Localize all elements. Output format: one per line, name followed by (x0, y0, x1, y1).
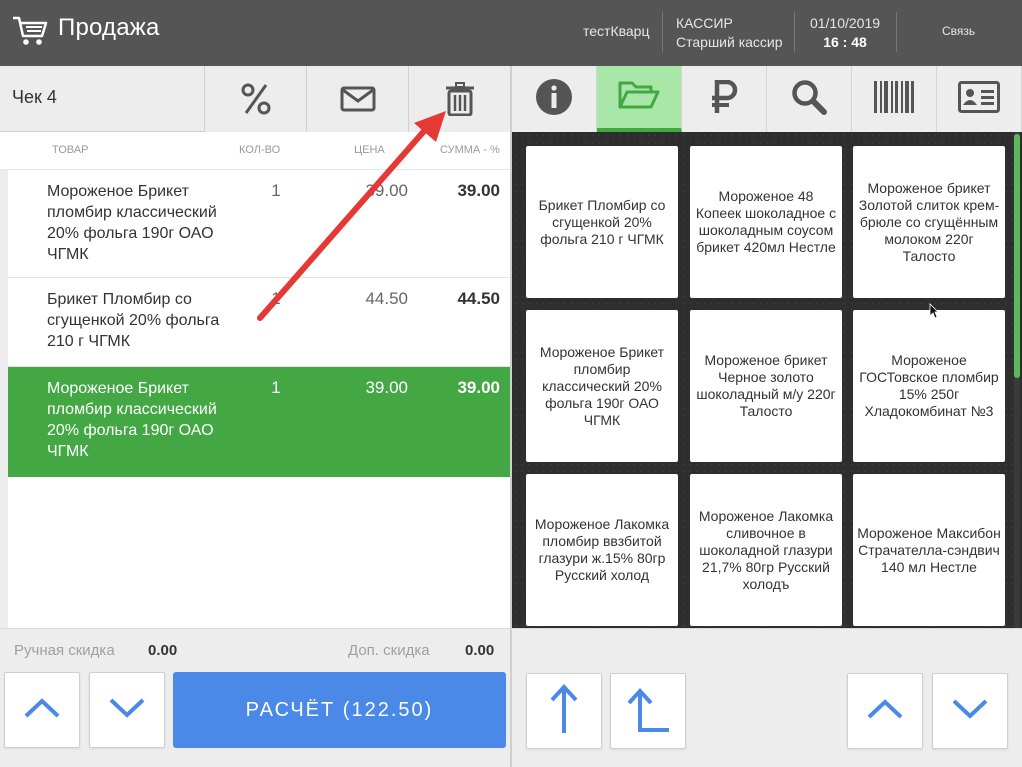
info-icon (535, 78, 573, 121)
product-tile[interactable]: Брикет Пломбир со сгущенкой 20% фольга 2… (526, 146, 678, 298)
id-card-icon (958, 80, 1000, 118)
extra-discount-label: Доп. скидка (348, 642, 430, 659)
manual-discount-label: Ручная скидка (14, 642, 115, 659)
catalog-panel: Брикет Пломбир со сгущенкой 20% фольга 2… (512, 66, 1022, 767)
catalog-footer (512, 628, 1022, 767)
item-sum: 39.00 (457, 181, 500, 200)
scrollbar-thumb[interactable] (1014, 134, 1020, 378)
table-row[interactable]: Брикет Пломбир со сгущенкой 20% фольга 2… (8, 278, 510, 367)
time: 16 : 48 (823, 34, 867, 50)
check-toolbar: Чек 4 (0, 66, 510, 132)
email-button[interactable] (306, 66, 408, 132)
column-header-sum: СУММА - % (440, 144, 500, 156)
column-header-product: ТОВАР (52, 144, 89, 156)
item-sum: 39.00 (457, 378, 500, 397)
search-icon (791, 79, 827, 120)
product-tile[interactable]: Мороженое Лакомка сливочное в шоколадной… (690, 474, 842, 626)
level-up-button[interactable] (526, 673, 602, 749)
receipt-panel: Чек 4 ТОВАР КОЛ-ВО ЦЕНА СУММА - % Мороже… (0, 66, 510, 767)
product-tile[interactable]: Мороженое брикет Черное золото шоколадны… (690, 310, 842, 462)
header-divider (794, 12, 795, 52)
app-header: Продажа тестКварц КАССИР Старший кассир … (0, 0, 1022, 66)
arrow-up-icon (549, 683, 579, 740)
pay-button[interactable]: РАСЧЁТ (122.50) (173, 672, 506, 748)
date: 01/10/2019 (809, 15, 881, 31)
manual-discount-value: 0.00 (148, 642, 178, 659)
item-qty: 1 (271, 181, 281, 200)
delete-check-button[interactable] (408, 66, 510, 132)
product-tile[interactable]: Мороженое Брикет пломбир классический 20… (526, 310, 678, 462)
role-name: Старший кассир (676, 34, 783, 50)
connection-link[interactable]: Связь (942, 24, 975, 38)
product-tile[interactable]: Мороженое ГОСТовское пломбир 15% 250г Хл… (853, 310, 1005, 462)
mouse-cursor-icon (929, 303, 939, 324)
discounts-bar: Ручная скидка 0.00 Доп. скидка 0.00 (0, 628, 510, 670)
envelope-icon (340, 86, 376, 112)
tab-catalog[interactable] (597, 66, 682, 132)
scroll-up-button[interactable] (4, 672, 80, 748)
item-price: 44.50 (365, 289, 408, 308)
trash-icon (445, 82, 475, 116)
item-name: Мороженое Брикет пломбир классический 20… (47, 183, 217, 263)
chevron-down-icon (108, 697, 146, 724)
discount-button[interactable] (204, 66, 306, 132)
header-divider (662, 12, 663, 52)
percent-icon (240, 82, 272, 116)
tab-price[interactable] (682, 66, 767, 132)
item-qty: 1 (271, 289, 281, 308)
table-row-selected[interactable]: Мороженое Брикет пломбир классический 20… (8, 367, 510, 477)
header-divider (896, 12, 897, 52)
back-to-root-button[interactable] (610, 673, 686, 749)
scroll-down-button[interactable] (89, 672, 165, 748)
grid-scroll-up-button[interactable] (847, 673, 923, 749)
role-label: КАССИР (676, 15, 733, 31)
item-name: Мороженое Брикет пломбир классический 20… (47, 380, 217, 460)
item-name: Брикет Пломбир со сгущенкой 20% фольга 2… (47, 291, 220, 350)
cashier-role: КАССИР Старший кассир (676, 14, 783, 52)
item-sum: 44.50 (457, 289, 500, 308)
arrow-up-turn-icon (626, 685, 670, 738)
barcode-icon (873, 80, 915, 118)
cart-icon (12, 15, 48, 47)
product-grid: Брикет Пломбир со сгущенкой 20% фольга 2… (512, 132, 1022, 628)
receipt-items: Мороженое Брикет пломбир классический 20… (8, 170, 510, 628)
table-header: ТОВАР КОЛ-ВО ЦЕНА СУММА - % (0, 132, 510, 170)
user-name: тестКварц (583, 23, 650, 39)
tab-barcode[interactable] (852, 66, 937, 132)
item-qty: 1 (271, 378, 281, 397)
product-tile[interactable]: Мороженое 48 Копеек шоколадное с шоколад… (690, 146, 842, 298)
product-tile[interactable]: Мороженое Максибон Страчателла-сэндвич 1… (853, 474, 1005, 626)
chevron-down-icon (951, 698, 989, 725)
page-title: Продажа (58, 14, 160, 41)
folder-open-icon (618, 80, 660, 115)
ruble-icon (709, 79, 739, 119)
extra-discount-value: 0.00 (465, 642, 495, 659)
item-price: 39.00 (365, 181, 408, 200)
chevron-up-icon (23, 697, 61, 724)
column-header-qty: КОЛ-ВО (239, 144, 281, 156)
table-row[interactable]: Мороженое Брикет пломбир классический 20… (8, 170, 510, 278)
grid-scroll-down-button[interactable] (932, 673, 1008, 749)
tab-customer-card[interactable] (937, 66, 1022, 132)
tab-search[interactable] (767, 66, 852, 132)
chevron-up-icon (866, 698, 904, 725)
tab-info[interactable] (512, 66, 597, 132)
date-time: 01/10/2019 16 : 48 (800, 14, 890, 52)
item-price: 39.00 (365, 378, 408, 397)
product-tile[interactable]: Мороженое брикет Золотой слиток крем-брю… (853, 146, 1005, 298)
column-header-price: ЦЕНА (354, 144, 385, 156)
product-tile[interactable]: Мороженое Лакомка пломбир ввзбитой глазу… (526, 474, 678, 626)
check-number: Чек 4 (12, 87, 57, 107)
